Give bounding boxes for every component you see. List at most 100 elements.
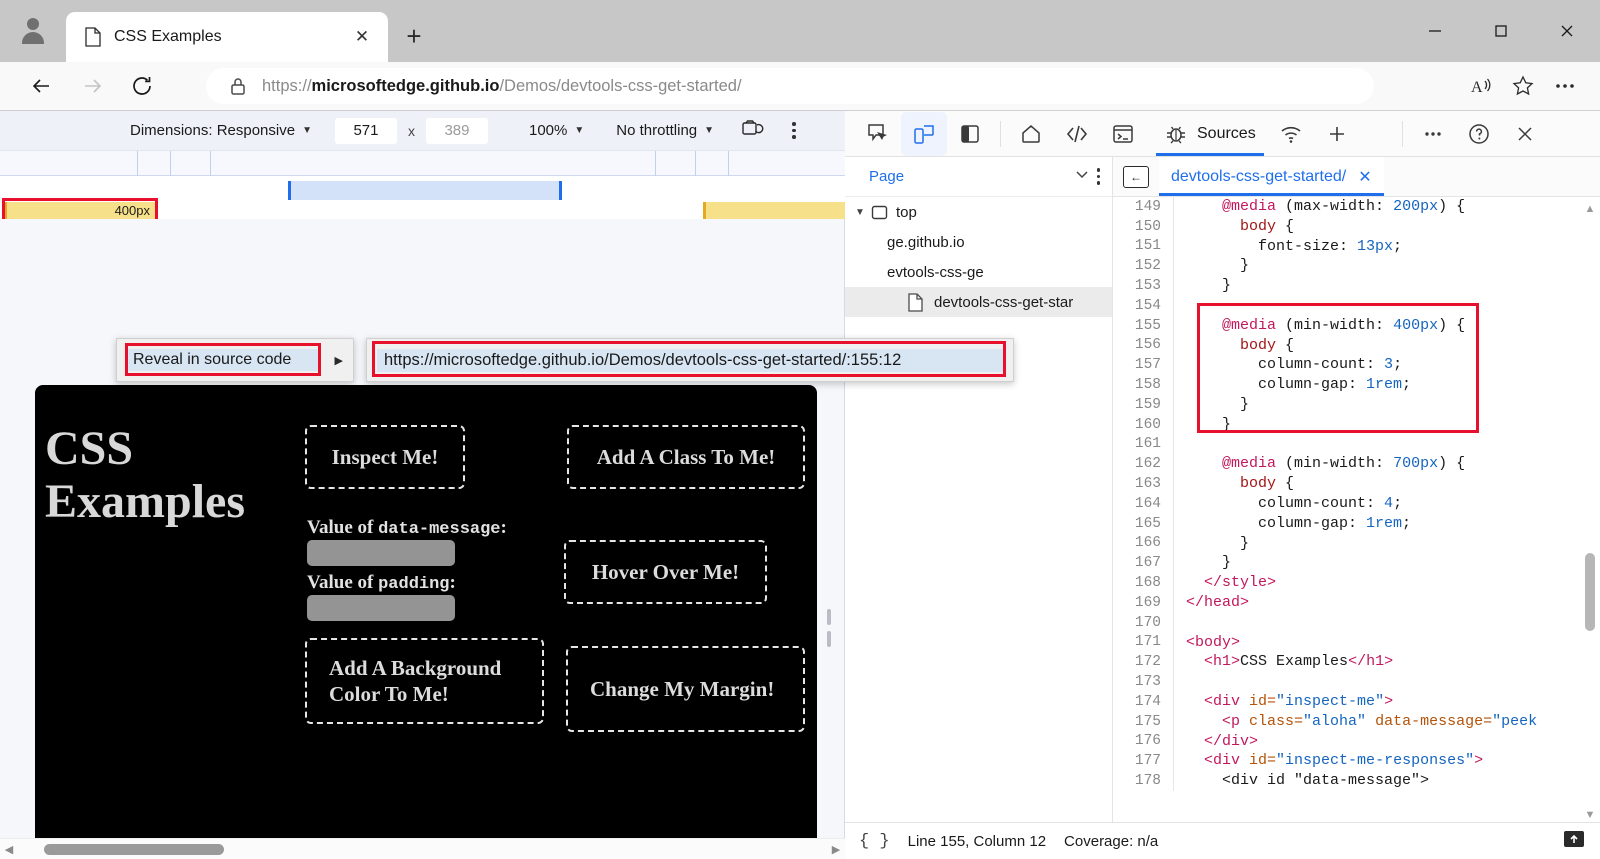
home-icon[interactable]	[1008, 112, 1054, 156]
code-line[interactable]: 149 @media (max-width: 200px) {	[1113, 197, 1600, 217]
inspect-element-icon[interactable]	[855, 112, 901, 156]
code-line[interactable]: 168 </style>	[1113, 573, 1600, 593]
scroll-up-arrow[interactable]: ▲	[1584, 203, 1596, 215]
profile-button[interactable]	[12, 10, 54, 52]
more-horizontal-icon[interactable]	[1410, 112, 1456, 156]
chevron-down-icon[interactable]: ▼	[855, 207, 869, 218]
code-line[interactable]: 155 @media (min-width: 400px) {	[1113, 316, 1600, 336]
panel-layout-icon[interactable]	[947, 112, 993, 156]
code-line[interactable]: 172 <h1>CSS Examples</h1>	[1113, 652, 1600, 672]
inspect-me-button[interactable]: Inspect Me!	[305, 425, 465, 489]
source-location-item[interactable]: https://microsoftedge.github.io/Demos/de…	[377, 349, 1003, 372]
code-text: <h1>CSS Examples</h1>	[1173, 652, 1600, 672]
code-line[interactable]: 158 column-gap: 1rem;	[1113, 375, 1600, 395]
tree-row-origin[interactable]: ge.github.io	[845, 227, 1112, 257]
minimize-icon[interactable]	[1402, 0, 1468, 62]
context-menu[interactable]: Reveal in source code ▶	[116, 338, 354, 382]
code-line[interactable]: 150 body {	[1113, 217, 1600, 237]
add-class-button[interactable]: Add A Class To Me!	[567, 425, 805, 489]
code-line[interactable]: 173	[1113, 672, 1600, 692]
code-line[interactable]: 167 }	[1113, 553, 1600, 573]
close-icon[interactable]	[1502, 112, 1548, 156]
browser-tab[interactable]: CSS Examples ✕	[66, 12, 388, 62]
favorite-icon[interactable]	[1502, 66, 1544, 106]
code-line[interactable]: 171<body>	[1113, 633, 1600, 653]
console-icon[interactable]	[1100, 112, 1146, 156]
sources-navigator: Page ▼ top ge.github.io	[845, 157, 1113, 859]
arrow-left-icon[interactable]	[22, 66, 62, 106]
code-line[interactable]: 166 }	[1113, 534, 1600, 554]
code-line[interactable]: 152 }	[1113, 256, 1600, 276]
kebab-menu-icon[interactable]	[1097, 168, 1101, 185]
code-line[interactable]: 163 body {	[1113, 474, 1600, 494]
elements-icon[interactable]	[1054, 112, 1100, 156]
code-line[interactable]: 169</head>	[1113, 593, 1600, 613]
code-line[interactable]: 159 }	[1113, 395, 1600, 415]
context-submenu[interactable]: https://microsoftedge.github.io/Demos/de…	[366, 338, 1014, 382]
source-editor: ← devtools-css-get-started/ ✕ 149 @media…	[1113, 157, 1600, 859]
kebab-menu-icon[interactable]	[792, 122, 796, 139]
scroll-track[interactable]	[22, 844, 823, 855]
throttling-dropdown[interactable]: No throttling ▼	[616, 122, 714, 139]
code-line[interactable]: 170	[1113, 613, 1600, 633]
dimensions-dropdown[interactable]: Dimensions: Responsive ▼	[130, 122, 312, 139]
viewport-width-input[interactable]: 571	[335, 118, 397, 144]
scroll-down-arrow[interactable]: ▼	[1584, 809, 1596, 821]
code-line[interactable]: 176 </div>	[1113, 732, 1600, 752]
scroll-right-arrow[interactable]: ▶	[827, 843, 845, 856]
media-query-bar[interactable]	[288, 181, 562, 200]
zoom-dropdown[interactable]: 100% ▼	[529, 122, 584, 139]
code-line[interactable]: 151 font-size: 13px;	[1113, 237, 1600, 257]
viewport-height-input[interactable]: 389	[426, 118, 488, 144]
scroll-thumb[interactable]	[44, 844, 224, 855]
new-tab-button[interactable]: +	[398, 20, 430, 52]
viewport-resize-handle-right[interactable]	[827, 609, 833, 647]
code-line[interactable]: 164 column-count: 4;	[1113, 494, 1600, 514]
code-line[interactable]: 161	[1113, 435, 1600, 455]
dock-panel-icon[interactable]	[1562, 828, 1586, 855]
jump-to-icon[interactable]: ←	[1123, 166, 1149, 188]
chevron-down-icon[interactable]	[1073, 165, 1091, 188]
code-line[interactable]: 160 }	[1113, 415, 1600, 435]
code-line[interactable]: 154	[1113, 296, 1600, 316]
settings-more-icon[interactable]	[1544, 66, 1586, 106]
navigator-tab-page[interactable]: Page	[857, 164, 916, 189]
read-aloud-icon[interactable]: A	[1460, 66, 1502, 106]
close-icon[interactable]: ✕	[348, 23, 376, 51]
plus-icon[interactable]	[1314, 112, 1360, 156]
tree-row-top[interactable]: ▼ top	[845, 197, 1112, 227]
close-icon[interactable]	[1534, 0, 1600, 62]
camera-rotate-icon[interactable]	[740, 116, 764, 145]
help-circle-icon[interactable]	[1456, 112, 1502, 156]
change-my-margin-button[interactable]: Change My Margin!	[566, 646, 805, 732]
device-emulation-icon[interactable]	[901, 112, 947, 156]
hover-over-me-button[interactable]: Hover Over Me!	[564, 540, 767, 604]
tree-row-folder[interactable]: evtools-css-ge	[845, 257, 1112, 287]
code-line[interactable]: 165 column-gap: 1rem;	[1113, 514, 1600, 534]
code-line[interactable]: 157 column-count: 3;	[1113, 355, 1600, 375]
code-vertical-scrollbar[interactable]: ▲ ▼	[1584, 203, 1596, 821]
code-line[interactable]: 178 <div id "data-message">	[1113, 771, 1600, 791]
viewport-horizontal-scrollbar[interactable]: ◀ ▶	[0, 838, 845, 859]
tab-sources[interactable]: Sources	[1152, 112, 1268, 156]
url-input[interactable]: https://microsoftedge.github.io/Demos/de…	[206, 68, 1374, 104]
editor-tab[interactable]: devtools-css-get-started/ ✕	[1159, 157, 1384, 196]
maximize-icon[interactable]	[1468, 0, 1534, 62]
format-code-icon[interactable]: { }	[859, 832, 890, 851]
code-line[interactable]: 156 body {	[1113, 336, 1600, 356]
reveal-in-source-code-item[interactable]: Reveal in source code	[127, 349, 321, 371]
network-wifi-icon[interactable]	[1268, 112, 1314, 156]
close-icon[interactable]: ✕	[1358, 167, 1371, 187]
add-background-color-button[interactable]: Add A Background Color To Me!	[305, 638, 544, 724]
reload-icon[interactable]	[122, 66, 162, 106]
tree-row-file[interactable]: devtools-css-get-star	[845, 287, 1112, 317]
code-line[interactable]: 162 @media (min-width: 700px) {	[1113, 454, 1600, 474]
code-viewer[interactable]: 149 @media (max-width: 200px) {150 body …	[1113, 197, 1600, 821]
scroll-left-arrow[interactable]: ◀	[0, 843, 18, 856]
scroll-thumb[interactable]	[1585, 553, 1595, 631]
rendered-page[interactable]: CSS Examples Inspect Me! Add A Class To …	[35, 385, 817, 859]
code-line[interactable]: 174 <div id="inspect-me">	[1113, 692, 1600, 712]
code-line[interactable]: 175 <p class="aloha" data-message="peek	[1113, 712, 1600, 732]
code-line[interactable]: 153 }	[1113, 276, 1600, 296]
code-line[interactable]: 177 <div id="inspect-me-responses">	[1113, 751, 1600, 771]
